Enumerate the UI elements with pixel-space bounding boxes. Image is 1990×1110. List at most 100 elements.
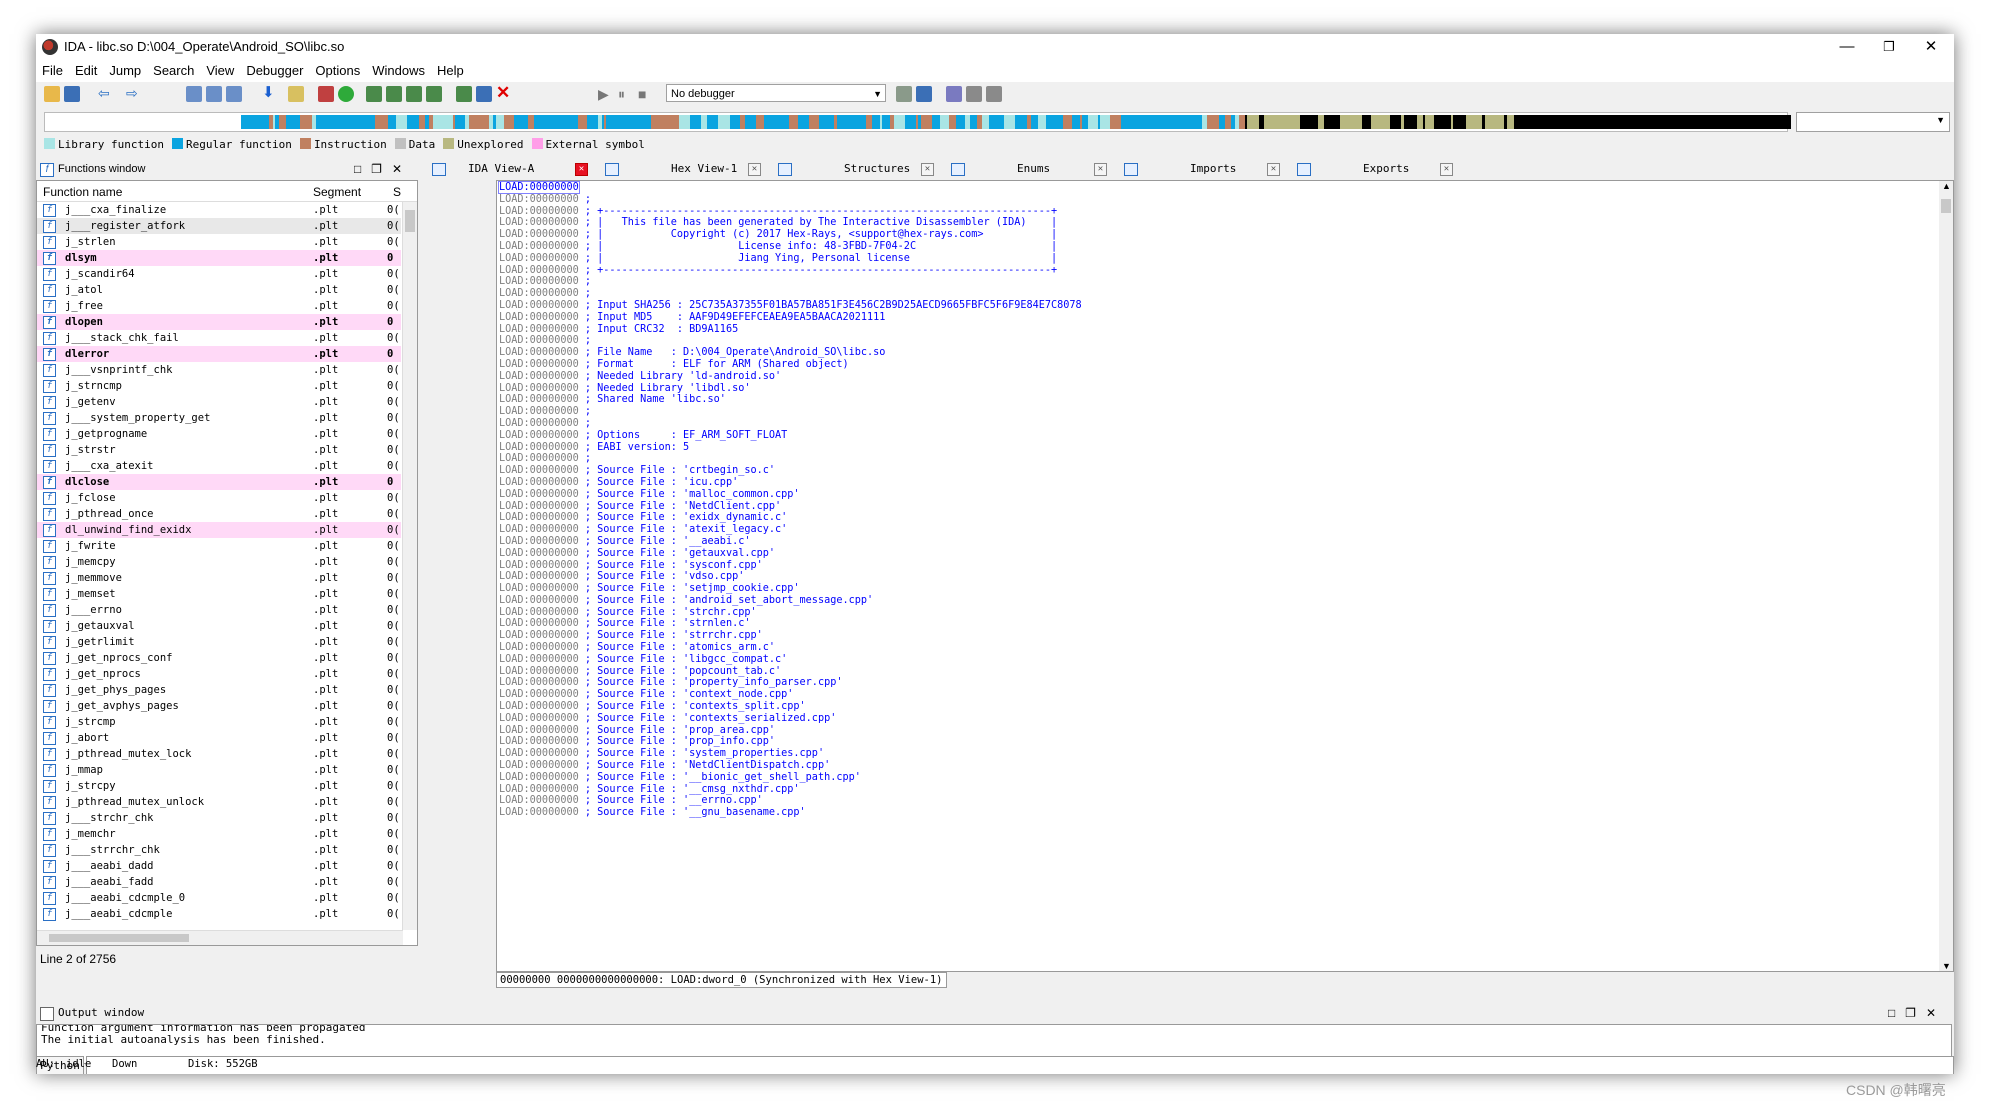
function-row[interactable]: f j_pthread_mutex_lock .plt 0( (37, 746, 401, 762)
function-row[interactable]: f dlclose .plt 0 (37, 474, 401, 490)
function-row[interactable]: f j_abort .plt 0( (37, 730, 401, 746)
disasm-line[interactable]: LOAD:00000000 ; Input MD5 : AAF9D49EFEFC… (499, 312, 1082, 324)
menu-search[interactable]: Search (147, 60, 200, 78)
disasm-line[interactable]: LOAD:00000000 ; Source File : '__aeabi.c… (499, 536, 1082, 548)
pause-debug-icon[interactable]: ⏸ (618, 86, 634, 102)
function-row[interactable]: f j_fclose .plt 0( (37, 490, 401, 506)
disasm-line[interactable]: LOAD:00000000 ; (499, 194, 1082, 206)
function-row[interactable]: f j_memset .plt 0( (37, 586, 401, 602)
function-row[interactable]: f j_memcpy .plt 0( (37, 554, 401, 570)
tab-structures[interactable]: Structures ✕ (774, 160, 941, 178)
function-row[interactable]: f j_get_avphys_pages .plt 0( (37, 698, 401, 714)
scrollbar-thumb[interactable] (405, 210, 415, 232)
step-over-icon[interactable] (916, 86, 932, 102)
function-row[interactable]: f j_scandir64 .plt 0( (37, 266, 401, 282)
disasm-line[interactable]: LOAD:00000000 ; Source File : 'NetdClien… (499, 760, 1082, 772)
hex-icon[interactable] (476, 86, 492, 102)
tab-enums[interactable]: Enums ✕ (947, 160, 1114, 178)
open-file-icon[interactable] (44, 86, 60, 102)
close-tab-icon[interactable]: ✕ (1267, 163, 1280, 176)
disasm-line[interactable]: LOAD:00000000 ; Source File : '__gnu_bas… (499, 807, 1082, 819)
step-into-icon[interactable] (896, 86, 912, 102)
disasm-line[interactable]: LOAD:00000000 ; Source File : 'strnlen.c… (499, 618, 1082, 630)
add-function-icon[interactable] (366, 86, 382, 102)
close-button[interactable]: ✕ (1910, 36, 1952, 58)
function-row[interactable]: f dlsym .plt 0 (37, 250, 401, 266)
scroll-up-icon[interactable]: ▲ (1942, 181, 1951, 191)
disasm-line[interactable]: LOAD:00000000 ; Source File : 'sysconf.c… (499, 560, 1082, 572)
disasm-line[interactable]: LOAD:00000000 ; Source File : 'contexts_… (499, 713, 1082, 725)
function-row[interactable]: f j___strchr_chk .plt 0( (37, 810, 401, 826)
menu-help[interactable]: Help (431, 60, 470, 78)
col-segment[interactable]: Segment (313, 185, 361, 199)
run-script-icon[interactable] (338, 86, 354, 102)
disasm-line[interactable]: LOAD:00000000 ; Source File : '__cmsg_nx… (499, 784, 1082, 796)
back-arrow-icon[interactable]: ⇦ (98, 86, 114, 102)
menu-edit[interactable]: Edit (69, 60, 103, 78)
tools-icon[interactable] (986, 86, 1002, 102)
start-debug-icon[interactable]: ▶ (598, 86, 614, 102)
disasm-line[interactable]: LOAD:00000000 ; Source File : '__bionic_… (499, 772, 1082, 784)
navigation-band[interactable] (44, 112, 1791, 132)
close-tab-icon[interactable]: ✕ (748, 163, 761, 176)
disasm-line[interactable]: LOAD:00000000 ; | Copyright (c) 2017 Hex… (499, 229, 1082, 241)
disasm-line[interactable]: LOAD:00000000 ; Source File : 'strchr.cp… (499, 607, 1082, 619)
function-row[interactable]: f j___aeabi_fadd .plt 0( (37, 874, 401, 890)
function-row[interactable]: f j___system_property_get .plt 0( (37, 410, 401, 426)
disasm-line[interactable]: LOAD:00000000 ; Source File : 'strrchr.c… (499, 630, 1082, 642)
function-row[interactable]: f dlerror .plt 0 (37, 346, 401, 362)
function-row[interactable]: f j_getenv .plt 0( (37, 394, 401, 410)
scroll-down-icon[interactable]: ▼ (1942, 961, 1951, 971)
function-row[interactable]: f j___strrchr_chk .plt 0( (37, 842, 401, 858)
disasm-line[interactable]: LOAD:00000000 ; Source File : '__errno.c… (499, 795, 1082, 807)
close-tab-icon[interactable]: ✕ (1440, 163, 1453, 176)
function-row[interactable]: f j_mmap .plt 0( (37, 762, 401, 778)
restore-button[interactable]: ❐ (1868, 36, 1910, 58)
disasm-line[interactable]: LOAD:00000000 ; Source File : 'prop_area… (499, 725, 1082, 737)
immediate-search-icon[interactable] (226, 86, 242, 102)
function-row[interactable]: f j_get_nprocs .plt 0( (37, 666, 401, 682)
function-row[interactable]: f j___vsnprintf_chk .plt 0( (37, 362, 401, 378)
disasm-line[interactable]: LOAD:00000000 ; Source File : 'atomics_a… (499, 642, 1082, 654)
function-row[interactable]: f j_strstr .plt 0( (37, 442, 401, 458)
function-row[interactable]: f j_free .plt 0( (37, 298, 401, 314)
function-row[interactable]: f j___aeabi_dadd .plt 0( (37, 858, 401, 874)
close-tab-icon[interactable]: ✕ (1094, 163, 1107, 176)
disasm-line[interactable]: LOAD:00000000 ; (499, 335, 1082, 347)
disasm-line[interactable]: LOAD:00000000 ; Input CRC32 : BD9A1165 (499, 324, 1082, 336)
disasm-line[interactable]: LOAD:00000000 ; Source File : 'property_… (499, 677, 1082, 689)
disasm-line[interactable]: LOAD:00000000 ; +-----------------------… (499, 206, 1082, 218)
disasm-line[interactable]: LOAD:00000000 ; File Name : D:\004_Opera… (499, 347, 1082, 359)
disasm-line[interactable]: LOAD:00000000 ; | This file has been gen… (499, 217, 1082, 229)
function-row[interactable]: f j_pthread_once .plt 0( (37, 506, 401, 522)
functions-horizontal-scrollbar[interactable] (37, 930, 403, 945)
disassembly-listing[interactable]: LOAD:00000000 LOAD:00000000 ; LOAD:000000… (498, 181, 1082, 819)
disasm-line[interactable]: LOAD:00000000 ; Source File : 'android_s… (499, 595, 1082, 607)
menu-view[interactable]: View (200, 60, 240, 78)
disasm-line[interactable]: LOAD:00000000 ; EABI version: 5 (499, 442, 1082, 454)
minimize-button[interactable]: — (1826, 36, 1868, 58)
col-start[interactable]: S (393, 185, 401, 199)
function-row[interactable]: f j_strlen .plt 0( (37, 234, 401, 250)
stop-debug-icon[interactable]: ■ (638, 86, 654, 102)
add-segment-icon[interactable] (386, 86, 402, 102)
disasm-line[interactable]: LOAD:00000000 ; Source File : 'contexts_… (499, 701, 1082, 713)
graph-icon[interactable] (318, 86, 334, 102)
disasm-line[interactable]: LOAD:00000000 ; Source File : 'malloc_co… (499, 489, 1082, 501)
function-row[interactable]: f j_getprogname .plt 0( (37, 426, 401, 442)
menu-debugger[interactable]: Debugger (240, 60, 309, 78)
function-row[interactable]: f j_getrlimit .plt 0( (37, 634, 401, 650)
disasm-line[interactable]: LOAD:00000000 ; Source File : 'crtbegin_… (499, 465, 1082, 477)
disasm-line[interactable]: LOAD:00000000 ; Source File : 'getauxval… (499, 548, 1082, 560)
function-row[interactable]: f j___stack_chk_fail .plt 0( (37, 330, 401, 346)
disasm-line[interactable]: LOAD:00000000 ; | Jiang Ying, Personal l… (499, 253, 1082, 265)
plugin-icon[interactable] (456, 86, 472, 102)
disasm-line[interactable]: LOAD:00000000 ; Needed Library 'ld-andro… (499, 371, 1082, 383)
disasm-line[interactable]: LOAD:00000000 (498, 181, 1082, 194)
disasm-line[interactable]: LOAD:00000000 ; (499, 276, 1082, 288)
function-row[interactable]: f j_memmove .plt 0( (37, 570, 401, 586)
breakpoints-icon[interactable] (946, 86, 962, 102)
disasm-line[interactable]: LOAD:00000000 ; (499, 418, 1082, 430)
disasm-line[interactable]: LOAD:00000000 ; Format : ELF for ARM (Sh… (499, 359, 1082, 371)
function-row[interactable]: f j_strncmp .plt 0( (37, 378, 401, 394)
